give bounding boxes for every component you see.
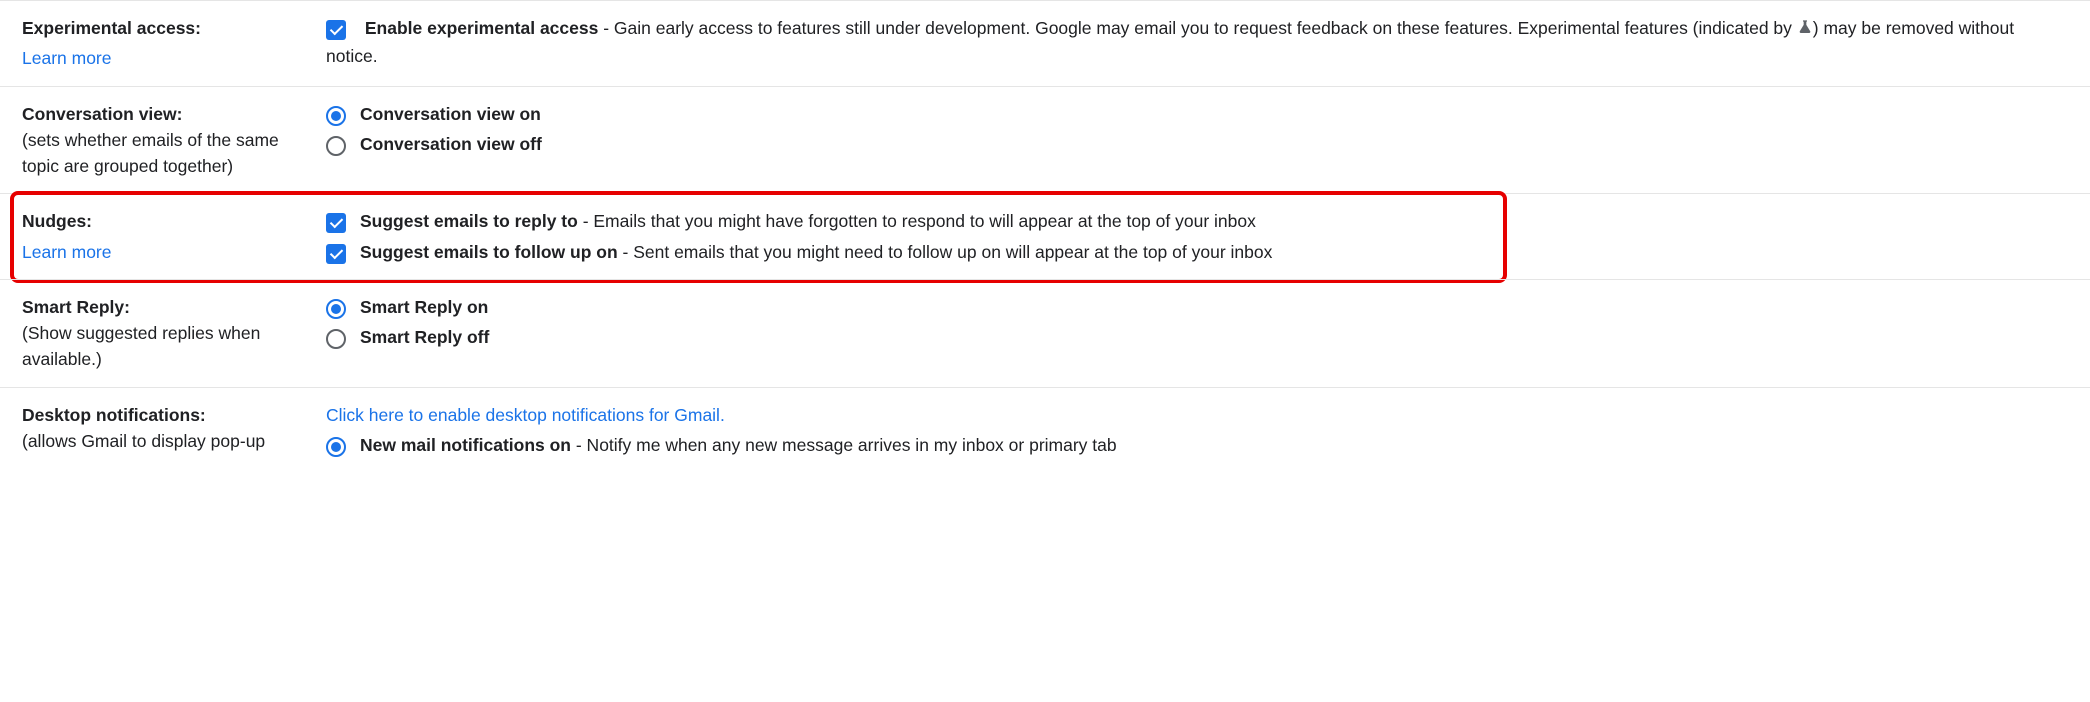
- conversation-right: Conversation view on Conversation view o…: [306, 101, 2090, 180]
- experimental-left: Experimental access: Learn more: [0, 15, 306, 72]
- row-experimental-access: Experimental access: Learn more Enable e…: [0, 0, 2090, 86]
- row-smart-reply: Smart Reply: (Show suggested replies whe…: [0, 279, 2090, 387]
- smart-reply-off-label: Smart Reply off: [360, 324, 489, 350]
- nudges-follow-option: Suggest emails to follow up on - Sent em…: [326, 239, 2060, 265]
- row-desktop-notifications: Desktop notifications: (allows Gmail to …: [0, 387, 2090, 463]
- new-mail-on-radio[interactable]: [326, 437, 346, 457]
- new-mail-on-desc: - Notify me when any new message arrives…: [571, 435, 1117, 455]
- experimental-right: Enable experimental access - Gain early …: [306, 15, 2090, 72]
- smart-reply-on-label: Smart Reply on: [360, 294, 488, 320]
- conversation-desc: (sets whether emails of the same topic a…: [22, 130, 279, 176]
- new-mail-on-label: New mail notifications on: [360, 435, 571, 455]
- row-conversation-view: Conversation view: (sets whether emails …: [0, 86, 2090, 194]
- nudges-right: Suggest emails to reply to - Emails that…: [306, 208, 2090, 265]
- conversation-off-option: Conversation view off: [326, 131, 2060, 157]
- smart-reply-left: Smart Reply: (Show suggested replies whe…: [0, 294, 306, 373]
- suggest-follow-label: Suggest emails to follow up on: [360, 242, 618, 262]
- suggest-reply-desc: - Emails that you might have forgotten t…: [578, 211, 1256, 231]
- row-nudges: Nudges: Learn more Suggest emails to rep…: [0, 193, 2090, 279]
- conversation-on-option: Conversation view on: [326, 101, 2060, 127]
- conversation-left: Conversation view: (sets whether emails …: [0, 101, 306, 180]
- nudges-title: Nudges:: [22, 211, 92, 231]
- experimental-desc-before: - Gain early access to features still un…: [598, 18, 1796, 38]
- smart-reply-on-radio[interactable]: [326, 299, 346, 319]
- conversation-off-label: Conversation view off: [360, 131, 542, 157]
- smart-reply-title: Smart Reply:: [22, 297, 130, 317]
- smart-reply-off-radio[interactable]: [326, 329, 346, 349]
- desktop-enable-link-line: Click here to enable desktop notificatio…: [326, 402, 2060, 428]
- experimental-learn-more-link[interactable]: Learn more: [22, 45, 112, 71]
- enable-experimental-label: Enable experimental access: [365, 18, 598, 38]
- suggest-follow-desc: - Sent emails that you might need to fol…: [618, 242, 1273, 262]
- enable-desktop-notifications-link[interactable]: Click here to enable desktop notificatio…: [326, 402, 725, 428]
- desktop-title: Desktop notifications:: [22, 405, 206, 425]
- suggest-reply-label: Suggest emails to reply to: [360, 211, 578, 231]
- conversation-on-radio[interactable]: [326, 106, 346, 126]
- conversation-on-label: Conversation view on: [360, 101, 541, 127]
- desktop-new-mail-option: New mail notifications on - Notify me wh…: [326, 432, 2060, 458]
- desktop-right: Click here to enable desktop notificatio…: [306, 402, 2090, 459]
- flask-icon: [1797, 16, 1813, 43]
- smart-reply-desc: (Show suggested replies when available.): [22, 323, 260, 369]
- desktop-left: Desktop notifications: (allows Gmail to …: [0, 402, 306, 459]
- suggest-follow-checkbox[interactable]: [326, 244, 346, 264]
- smart-reply-right: Smart Reply on Smart Reply off: [306, 294, 2090, 373]
- smart-reply-off-option: Smart Reply off: [326, 324, 2060, 350]
- nudges-learn-more-link[interactable]: Learn more: [22, 239, 112, 265]
- nudges-reply-option: Suggest emails to reply to - Emails that…: [326, 208, 2060, 234]
- desktop-desc: (allows Gmail to display pop-up: [22, 431, 265, 451]
- enable-experimental-checkbox[interactable]: [326, 20, 346, 40]
- conversation-title: Conversation view:: [22, 104, 182, 124]
- experimental-title: Experimental access:: [22, 18, 201, 38]
- smart-reply-on-option: Smart Reply on: [326, 294, 2060, 320]
- conversation-off-radio[interactable]: [326, 136, 346, 156]
- suggest-reply-checkbox[interactable]: [326, 213, 346, 233]
- nudges-left: Nudges: Learn more: [0, 208, 306, 265]
